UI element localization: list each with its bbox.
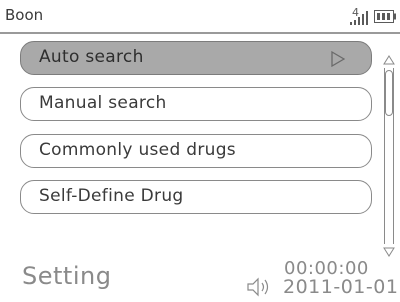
scrollbar-thumb[interactable] [385, 70, 393, 116]
menu-item-commonly-used-drugs[interactable]: Commonly used drugs [20, 134, 372, 168]
battery-icon [374, 10, 396, 23]
signal-label: 4 [352, 6, 359, 19]
title-bar: Boon 4 [0, 0, 400, 34]
signal-strength-icon: 4 [350, 6, 368, 25]
speaker-icon [247, 277, 269, 297]
menu-item-label: Manual search [39, 93, 167, 113]
clock-date: 2011-01-01 [283, 276, 399, 298]
menu-item-auto-search[interactable]: Auto search [20, 41, 372, 75]
menu-item-label: Commonly used drugs [39, 140, 236, 160]
menu-item-label: Self-Define Drug [39, 186, 184, 206]
scroll-up-arrow-icon[interactable] [383, 54, 395, 66]
menu-item-manual-search[interactable]: Manual search [20, 87, 372, 121]
menu-item-self-define-drug[interactable]: Self-Define Drug [20, 180, 372, 214]
play-arrow-icon [331, 51, 345, 67]
menu-item-label: Auto search [39, 47, 144, 67]
page-title: Setting [22, 262, 112, 290]
scroll-down-arrow-icon[interactable] [383, 246, 395, 258]
device-screen: Boon 4 Auto search Manual search Commonl… [0, 0, 400, 302]
app-title: Boon [5, 6, 44, 24]
